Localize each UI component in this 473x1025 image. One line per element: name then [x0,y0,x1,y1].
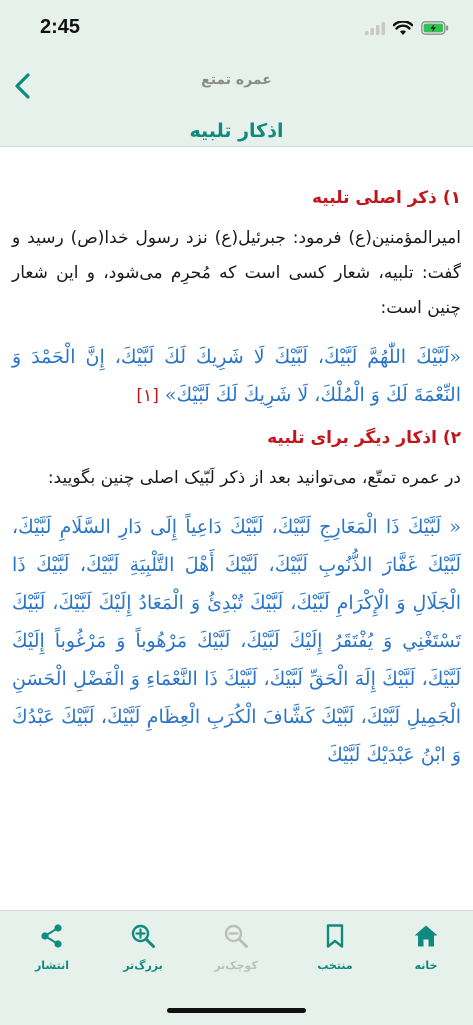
tab-home[interactable]: خانه [381,923,471,989]
arabic-prayer: « لَبَّيْكَ ذَا الْمَعَارِجِ لَبَّيْكَ، … [12,516,461,766]
wifi-icon [393,20,413,35]
tab-share[interactable]: انتشار [7,923,97,989]
section-heading: ۲) اذکار دیگر برای تلبیه [267,428,461,448]
tab-label: منتخب [317,959,353,972]
tab-label: کوچک‌تر [214,959,258,972]
footnote-reference[interactable]: [۱] [136,386,158,406]
section-body: در عمره تمتّع، می‌توانید بعد از ذکر لَبّ… [47,468,461,488]
home-indicator [167,1008,306,1013]
content-area[interactable]: ۱) ذکر اصلی تلبیه امیرالمؤمنین(ع) فرمود:… [0,147,473,910]
status-bar: 2:45 [0,0,473,56]
signal-icon [365,22,385,35]
tab-label: خانه [414,959,438,972]
bookmark-icon [326,924,344,948]
tab-label: انتشار [34,959,70,972]
section-heading: ۱) ذکر اصلی تلبیه [311,188,461,208]
home-icon [414,925,438,947]
section-body: امیرالمؤمنین(ع) فرمود: جبرئیل(ع) نزد رسو… [12,228,461,318]
tab-zoom-out[interactable]: کوچک‌تر [191,923,281,989]
arabic-prayer: «لَبَّيْكَ اللّٰهُمَّ لَبَّيْكَ، لَبَّيْ… [12,346,461,406]
status-time: 2:45 [40,16,81,38]
tab-zoom-in[interactable]: بزرگ‌تر [98,923,188,989]
page-title: اذکار تلبیه [189,120,284,142]
share-icon [41,924,62,948]
zoom-in-icon [131,924,155,948]
status-icons [365,18,449,38]
tab-favorites[interactable]: منتخب [290,923,380,989]
tab-label: بزرگ‌تر [123,959,163,972]
arabic-text: «لَبَّيْكَ اللّٰهُمَّ لَبَّيْكَ، لَبَّيْ… [12,338,461,415]
nav-subtitle: عمره تمتع [201,72,272,88]
zoom-out-icon [224,924,248,948]
battery-charging-icon [421,21,449,35]
navigation-bar: عمره تمتع اذکار تلبیه [0,56,473,147]
